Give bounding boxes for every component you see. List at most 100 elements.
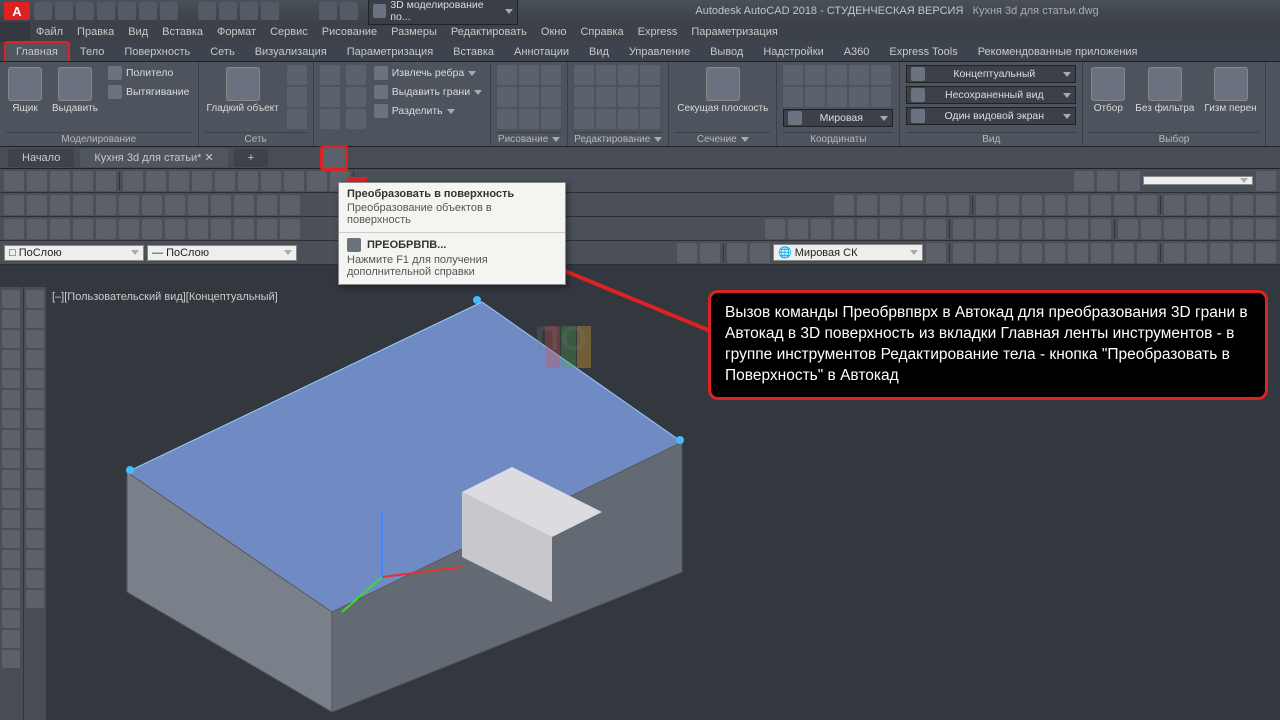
menu-help[interactable]: Справка — [580, 26, 623, 38]
ribbon-tab-visualize[interactable]: Визуализация — [245, 43, 337, 61]
menu-file[interactable]: Файл — [36, 26, 63, 38]
box-button[interactable]: Ящик — [6, 65, 44, 116]
extrude-faces-button[interactable]: Выдавить грани — [372, 84, 484, 100]
separate-button[interactable]: Разделить — [372, 103, 484, 119]
tab-drawing[interactable]: Кухня 3d для статьи* ✕ — [80, 148, 227, 167]
menu-format[interactable]: Формат — [217, 26, 256, 38]
qat-layer4-icon[interactable] — [261, 2, 279, 20]
panel-selection-title[interactable]: Выбор — [1089, 132, 1258, 145]
se-b6[interactable] — [346, 109, 366, 129]
panel-draw-title[interactable]: Рисование — [497, 132, 561, 145]
gizmo-button[interactable]: Гизм перен — [1202, 65, 1258, 116]
smooth-icon — [226, 67, 260, 101]
polysolid-button[interactable]: Политело — [106, 65, 192, 81]
qat-redo-icon[interactable] — [160, 2, 178, 20]
panel-modify-title[interactable]: Редактирование — [574, 132, 662, 145]
se-b4[interactable] — [346, 65, 366, 85]
menu-modify[interactable]: Редактировать — [451, 26, 527, 38]
filter-icon — [1091, 67, 1125, 101]
presspull-button[interactable]: Вытягивание — [106, 84, 192, 100]
ribbon-tab-insert[interactable]: Вставка — [443, 43, 504, 61]
convert-to-surface-button[interactable] — [320, 145, 348, 171]
mesh-b3[interactable] — [287, 109, 307, 129]
command-icon — [347, 238, 361, 252]
left-toolbar-1 — [0, 287, 23, 720]
ribbon-tab-surface[interactable]: Поверхность — [114, 43, 200, 61]
ribbon-tab-annotate[interactable]: Аннотации — [504, 43, 579, 61]
nofilter-button[interactable]: Без фильтра — [1133, 65, 1196, 116]
color-bylayer-combo[interactable]: □ ПоСлою — [4, 245, 144, 261]
tab-new[interactable]: + — [234, 149, 268, 167]
ribbon-tab-view[interactable]: Вид — [579, 43, 619, 61]
ribbon-tab-mesh[interactable]: Сеть — [200, 43, 244, 61]
se-b5[interactable] — [346, 87, 366, 107]
ribbon-tab-output[interactable]: Вывод — [700, 43, 753, 61]
menu-param[interactable]: Параметризация — [691, 26, 777, 38]
visual-style-dropdown[interactable]: Концептуальный — [906, 65, 1076, 83]
panel-solid-edit: Извлечь ребра Выдавить грани Разделить Р… — [314, 62, 491, 146]
se-b3[interactable] — [320, 109, 340, 129]
ucs-dropdown[interactable]: Мировая — [783, 109, 893, 127]
menu-draw[interactable]: Рисование — [322, 26, 377, 38]
section-plane-button[interactable]: Секущая плоскость — [675, 65, 770, 116]
panel-view-title[interactable]: Вид — [906, 132, 1076, 145]
qat-save-icon[interactable] — [76, 2, 94, 20]
menu-tools[interactable]: Сервис — [270, 26, 308, 38]
extrude-button[interactable]: Выдавить — [50, 65, 100, 116]
qat-saveas-icon[interactable] — [97, 2, 115, 20]
menu-express[interactable]: Express — [638, 26, 678, 38]
qat-misc1-icon[interactable] — [319, 2, 337, 20]
menu-insert[interactable]: Вставка — [162, 26, 203, 38]
ribbon-tab-featured[interactable]: Рекомендованные приложения — [968, 43, 1148, 61]
viewport-dropdown[interactable]: Один видовой экран — [906, 107, 1076, 125]
extract-edges-button[interactable]: Извлечь ребра — [372, 65, 484, 81]
panel-section-title[interactable]: Сечение — [675, 132, 770, 145]
smooth-button[interactable]: Гладкий объект — [205, 65, 281, 116]
qat-misc2-icon[interactable] — [340, 2, 358, 20]
ribbon-tab-addins[interactable]: Надстройки — [753, 43, 833, 61]
tab-start[interactable]: Начало — [8, 149, 74, 167]
ribbon-tab-express[interactable]: Express Tools — [879, 43, 967, 61]
menu-edit[interactable]: Правка — [77, 26, 114, 38]
panel-mesh-title[interactable]: Сеть — [205, 132, 307, 145]
qat-layer1-icon[interactable] — [198, 2, 216, 20]
presspull-icon — [108, 85, 122, 99]
ribbon-tab-strip: Главная Тело Поверхность Сеть Визуализац… — [0, 42, 1280, 62]
menu-dim[interactable]: Размеры — [391, 26, 437, 38]
ribbon: Ящик Выдавить Политело Вытягивание Модел… — [0, 62, 1280, 147]
mesh-b2[interactable] — [287, 87, 307, 107]
mesh-b1[interactable] — [287, 65, 307, 85]
combo-styles[interactable] — [1143, 176, 1253, 185]
ribbon-tab-manage[interactable]: Управление — [619, 43, 700, 61]
menu-view[interactable]: Вид — [128, 26, 148, 38]
qat-layer3-icon[interactable] — [240, 2, 258, 20]
panel-modeling: Ящик Выдавить Политело Вытягивание Модел… — [0, 62, 199, 146]
se-b2[interactable] — [320, 87, 340, 107]
saved-view-dropdown[interactable]: Несохраненный вид — [906, 86, 1076, 104]
qat-undo-icon[interactable] — [139, 2, 157, 20]
ribbon-tab-home[interactable]: Главная — [4, 41, 70, 61]
qat-new-icon[interactable] — [34, 2, 52, 20]
app-logo-icon[interactable]: A — [4, 2, 30, 20]
title-bar: A 3D моделирование по... Autodesk AutoCA… — [0, 0, 1280, 22]
viewport-icon — [911, 109, 925, 123]
ucs-combo[interactable]: 🌐 Мировая СК — [773, 244, 923, 261]
ribbon-tab-solid[interactable]: Тело — [70, 43, 115, 61]
menu-window[interactable]: Окно — [541, 26, 567, 38]
ltype-bylayer-combo[interactable]: — ПоСлою — [147, 245, 297, 261]
gizmo-icon — [1214, 67, 1248, 101]
qat-open-icon[interactable] — [55, 2, 73, 20]
ribbon-tab-param[interactable]: Параметризация — [337, 43, 443, 61]
se-b1[interactable] — [320, 65, 340, 85]
workspace-label: 3D моделирование по... — [390, 0, 501, 23]
ribbon-tab-a360[interactable]: A360 — [834, 43, 880, 61]
panel-section: Секущая плоскость Сечение — [669, 62, 777, 146]
visual-style-icon — [911, 67, 925, 81]
panel-modeling-title[interactable]: Моделирование — [6, 132, 192, 145]
tooltip-title: Преобразовать в поверхность — [339, 183, 565, 202]
workspace-dropdown[interactable]: 3D моделирование по... — [368, 0, 518, 25]
qat-layer2-icon[interactable] — [219, 2, 237, 20]
qat-plot-icon[interactable] — [118, 2, 136, 20]
filter-button[interactable]: Отбор — [1089, 65, 1127, 116]
panel-coords-title[interactable]: Координаты — [783, 132, 893, 145]
